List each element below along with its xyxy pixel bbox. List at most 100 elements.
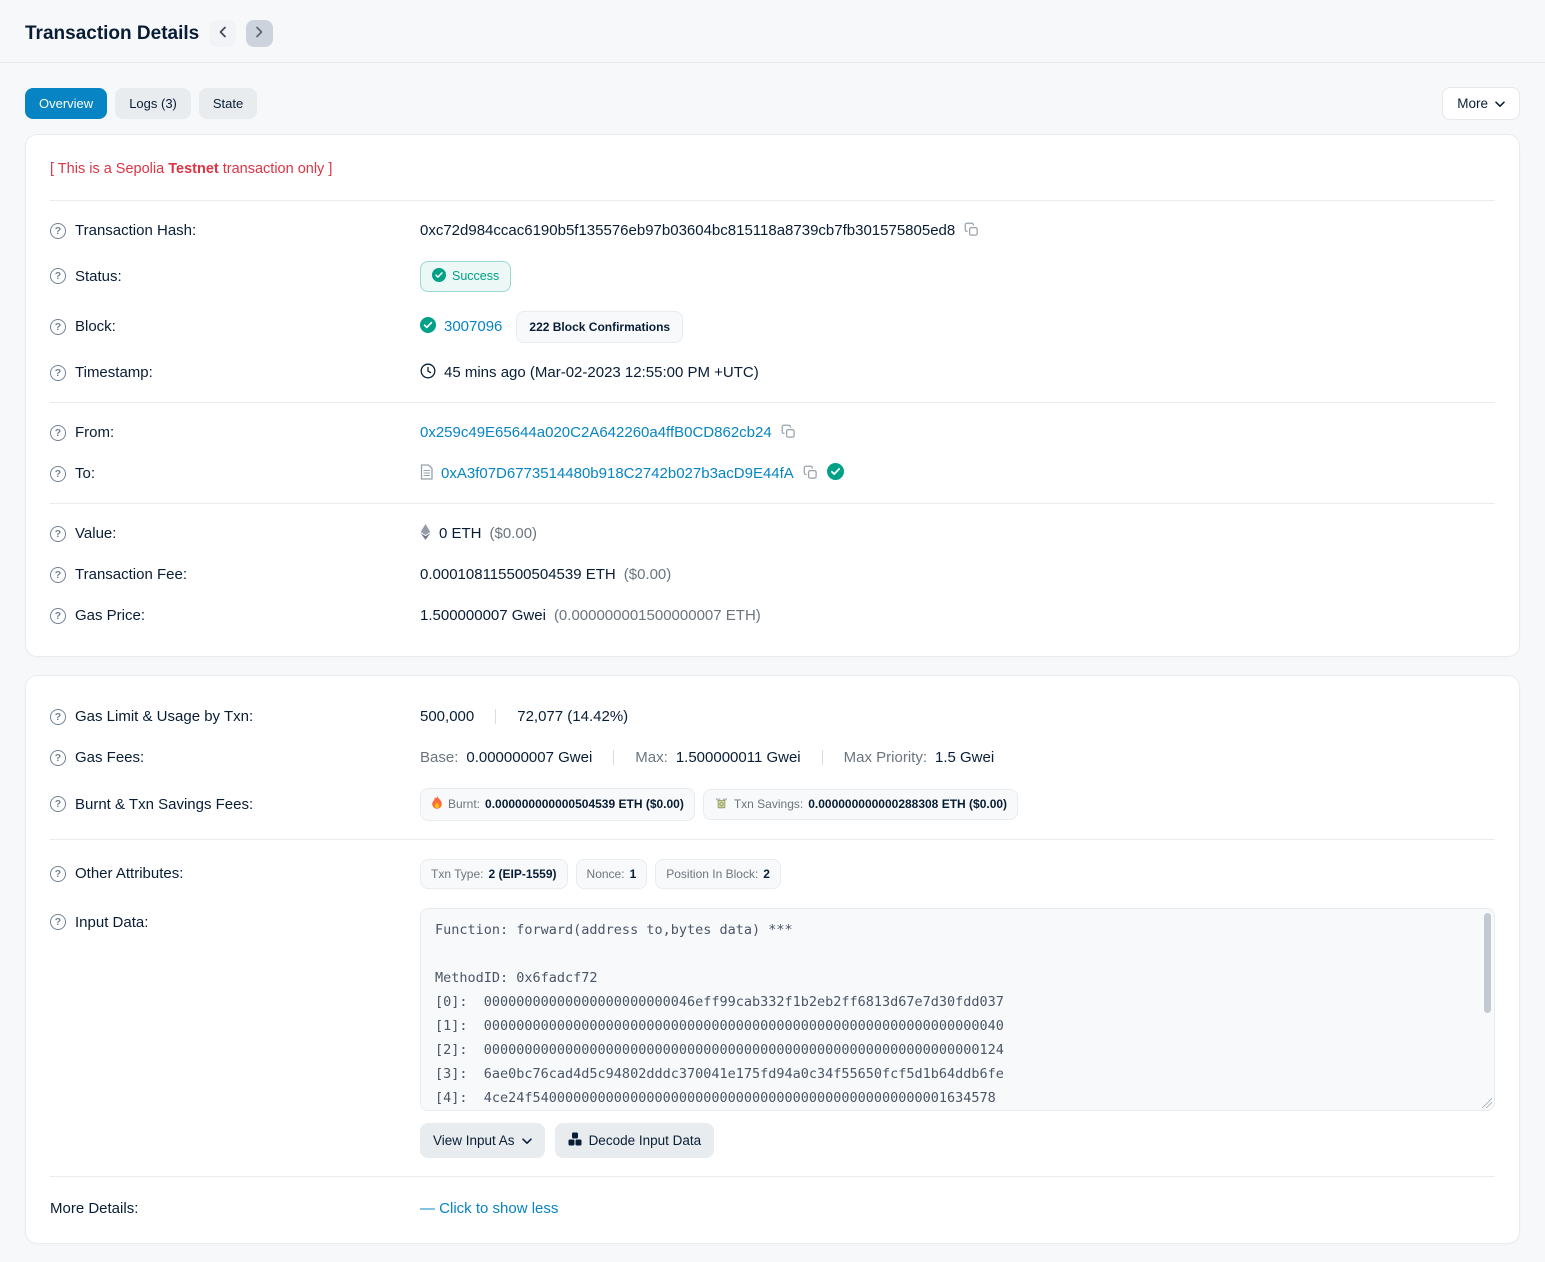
- max-fee-label: Max:: [635, 749, 668, 766]
- timestamp-label: Timestamp:: [75, 364, 153, 381]
- position-in-block-badge: Position In Block: 2: [655, 859, 781, 889]
- separator: [613, 750, 614, 765]
- gas-fees-label: Gas Fees:: [75, 749, 144, 766]
- help-icon[interactable]: ?: [50, 223, 66, 239]
- copy-hash-button[interactable]: [963, 221, 980, 241]
- transaction-hash-value: 0xc72d984ccac6190b5f135576eb97b03604bc81…: [420, 222, 955, 239]
- view-input-as-button[interactable]: View Input As: [420, 1123, 545, 1158]
- base-fee-label: Base:: [420, 749, 458, 766]
- help-icon[interactable]: ?: [50, 796, 66, 812]
- nonce-badge-value: 1: [630, 867, 637, 881]
- status-badge-label: Success: [452, 269, 499, 283]
- block-confirmations-badge: 222 Block Confirmations: [516, 311, 683, 343]
- gas-limit-usage-row: ? Gas Limit & Usage by Txn: 500,000 72,0…: [50, 696, 1495, 737]
- resize-handle[interactable]: [1482, 1098, 1492, 1108]
- value-amount: 0 ETH: [439, 525, 482, 542]
- burnt-fee-badge: Burnt: 0.000000000000504539 ETH ($0.00): [420, 788, 695, 821]
- help-icon[interactable]: ?: [50, 709, 66, 725]
- previous-transaction-button[interactable]: [209, 20, 236, 47]
- transaction-hash-row: ? Transaction Hash: 0xc72d984ccac6190b5f…: [50, 210, 1495, 251]
- help-icon[interactable]: ?: [50, 425, 66, 441]
- more-details-label: More Details:: [50, 1200, 420, 1217]
- txn-type-badge-label: Txn Type:: [431, 867, 483, 881]
- position-in-block-badge-label: Position In Block:: [666, 867, 758, 881]
- help-icon[interactable]: ?: [50, 268, 66, 284]
- help-icon[interactable]: ?: [50, 866, 66, 882]
- more-details-row: More Details: — Click to show less: [50, 1186, 1495, 1223]
- decode-input-data-button[interactable]: Decode Input Data: [555, 1123, 715, 1158]
- help-icon[interactable]: ?: [50, 526, 66, 542]
- divider: [50, 200, 1495, 201]
- help-icon[interactable]: ?: [50, 319, 66, 335]
- view-input-as-label: View Input As: [433, 1133, 515, 1148]
- divider: [50, 402, 1495, 403]
- divider: [50, 839, 1495, 840]
- gas-limit-value: 500,000: [420, 708, 474, 725]
- testnet-notice-prefix: [ This is a Sepolia: [50, 161, 168, 177]
- tab-overview[interactable]: Overview: [25, 88, 107, 119]
- help-icon[interactable]: ?: [50, 466, 66, 482]
- max-priority-fee-value: 1.5 Gwei: [935, 749, 994, 766]
- value-row: ? Value: 0 ETH ($0.00): [50, 513, 1495, 554]
- help-icon[interactable]: ?: [50, 750, 66, 766]
- transaction-fee-label: Transaction Fee:: [75, 566, 187, 583]
- money-with-wings-icon: [714, 797, 729, 812]
- gas-fees-row: ? Gas Fees: Base: 0.000000007 Gwei Max: …: [50, 737, 1495, 778]
- show-less-link[interactable]: — Click to show less: [420, 1200, 558, 1217]
- help-icon[interactable]: ?: [50, 365, 66, 381]
- status-badge: Success: [420, 261, 511, 292]
- base-fee-value: 0.000000007 Gwei: [466, 749, 592, 766]
- chevron-down-icon: [1495, 96, 1505, 111]
- help-icon[interactable]: ?: [50, 914, 66, 930]
- clock-icon: [420, 363, 436, 383]
- gas-price-label: Gas Price:: [75, 607, 145, 624]
- input-data-label: Input Data:: [75, 914, 148, 931]
- help-icon[interactable]: ?: [50, 567, 66, 583]
- more-dropdown-button[interactable]: More: [1442, 87, 1520, 120]
- max-priority-fee-label: Max Priority:: [844, 749, 927, 766]
- max-fee-value: 1.500000011 Gwei: [676, 749, 801, 766]
- help-icon[interactable]: ?: [50, 608, 66, 624]
- from-address-link[interactable]: 0x259c49E65644a020C2A642260a4ffB0CD862cb…: [420, 424, 772, 441]
- input-data-row: ? Input Data: Function: forward(address …: [50, 898, 1495, 1167]
- copy-icon: [781, 424, 796, 442]
- block-row: ? Block: 3007096 222 Block Confirmations: [50, 301, 1495, 352]
- copy-from-address-button[interactable]: [780, 423, 797, 443]
- fire-icon: [431, 796, 443, 813]
- next-transaction-button[interactable]: [246, 20, 273, 47]
- to-address-link[interactable]: 0xA3f07D6773514480b918C2742b027b3acD9E44…: [441, 465, 794, 482]
- status-label: Status:: [75, 268, 122, 285]
- nonce-badge-label: Nonce:: [587, 867, 625, 881]
- block-number-link[interactable]: 3007096: [444, 318, 502, 335]
- testnet-notice-bold: Testnet: [168, 161, 219, 177]
- from-row: ? From: 0x259c49E65644a020C2A642260a4ffB…: [50, 412, 1495, 453]
- input-data-scrollbar[interactable]: [1484, 913, 1491, 1013]
- transaction-fee-amount: 0.000108115500504539 ETH: [420, 566, 616, 583]
- page-title: Transaction Details: [25, 23, 199, 45]
- nonce-badge: Nonce: 1: [576, 859, 648, 889]
- txn-savings-badge-label: Txn Savings:: [734, 797, 803, 811]
- testnet-notice: [ This is a Sepolia Testnet transaction …: [50, 155, 1495, 191]
- chevron-left-icon: [218, 26, 227, 41]
- tab-logs[interactable]: Logs (3): [115, 88, 191, 119]
- overview-card: [ This is a Sepolia Testnet transaction …: [25, 134, 1520, 657]
- status-row: ? Status: Success: [50, 251, 1495, 301]
- transaction-fee-row: ? Transaction Fee: 0.000108115500504539 …: [50, 554, 1495, 595]
- tab-state[interactable]: State: [199, 88, 257, 119]
- input-data-textarea[interactable]: Function: forward(address to,bytes data)…: [420, 908, 1495, 1111]
- decode-icon: [568, 1132, 582, 1149]
- timestamp-value: 45 mins ago (Mar-02-2023 12:55:00 PM +UT…: [444, 364, 759, 381]
- to-row: ? To: 0xA3f07D6773514480b918C2742b027b3a…: [50, 453, 1495, 494]
- tab-bar: Overview Logs (3) State More: [0, 63, 1545, 134]
- check-circle-icon: [420, 317, 436, 337]
- txn-type-badge-value: 2 (EIP-1559): [488, 867, 556, 881]
- decode-input-data-label: Decode Input Data: [589, 1133, 702, 1148]
- gas-price-amount: 1.500000007 Gwei: [420, 607, 546, 624]
- separator: [495, 709, 496, 724]
- from-label: From:: [75, 424, 114, 441]
- check-circle-icon: [432, 268, 446, 285]
- position-in-block-badge-value: 2: [763, 867, 770, 881]
- copy-to-address-button[interactable]: [802, 464, 819, 484]
- burnt-savings-label: Burnt & Txn Savings Fees:: [75, 796, 253, 813]
- txn-type-badge: Txn Type: 2 (EIP-1559): [420, 859, 568, 889]
